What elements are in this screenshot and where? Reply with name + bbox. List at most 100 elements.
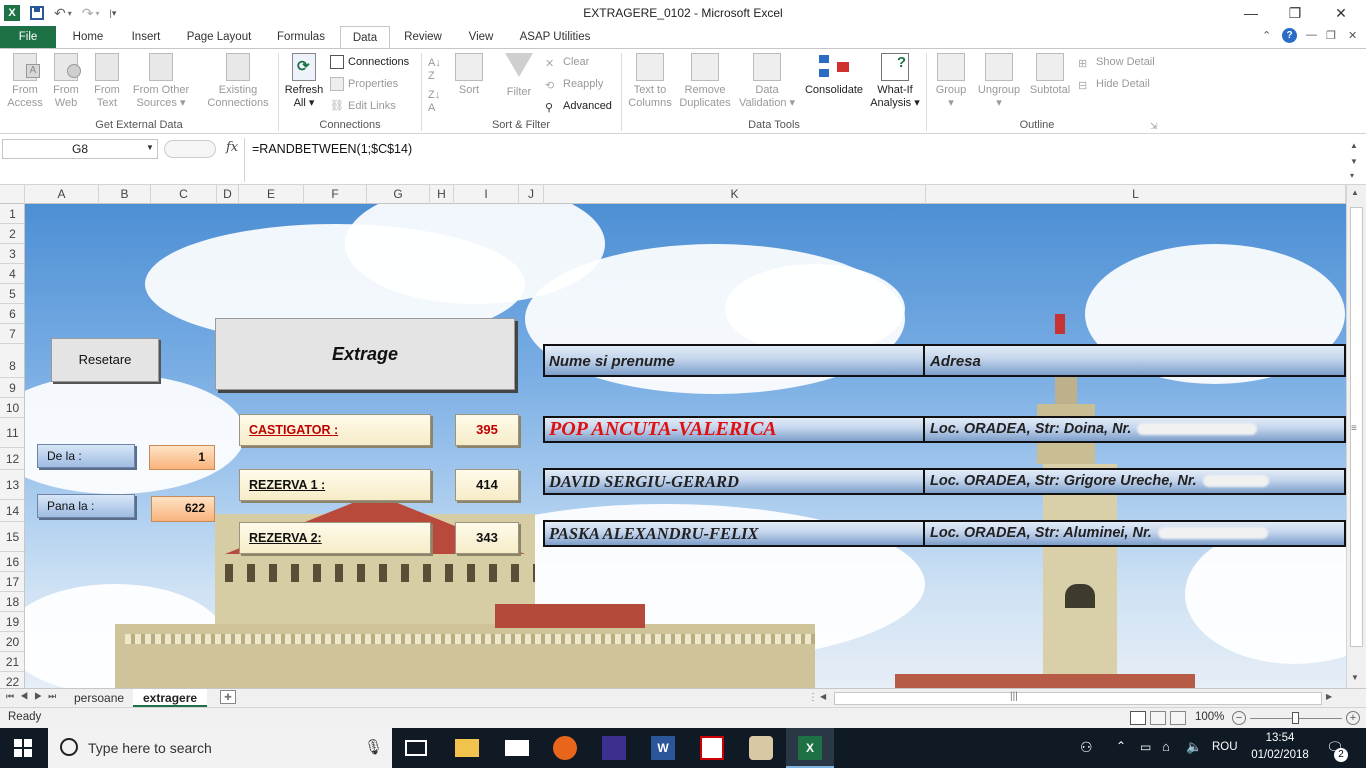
minimize-button[interactable]: —: [1228, 0, 1274, 26]
page-layout-view-icon[interactable]: [1150, 711, 1166, 725]
properties-button[interactable]: Properties: [330, 75, 398, 93]
excel-taskbar-button[interactable]: X: [786, 728, 834, 768]
horizontal-scroll-thumb[interactable]: [834, 692, 1322, 705]
name-box[interactable]: G8: [2, 139, 158, 159]
mail-icon[interactable]: [505, 740, 529, 756]
tab-asap-utilities[interactable]: ASAP Utilities: [512, 26, 598, 48]
column-header[interactable]: K: [544, 185, 926, 204]
consolidate-button[interactable]: Consolidate: [800, 53, 868, 97]
row-header[interactable]: 21: [0, 652, 24, 672]
workbook-close-icon[interactable]: ✕: [1348, 29, 1357, 42]
filter-button[interactable]: Filter: [500, 53, 538, 99]
vertical-scrollbar[interactable]: ▲ ≡ ▼: [1346, 185, 1366, 688]
column-header[interactable]: J: [519, 185, 544, 204]
pdf-reader-icon[interactable]: [700, 736, 724, 760]
workbook-minimize-icon[interactable]: —: [1306, 29, 1317, 41]
column-header[interactable]: B: [99, 185, 151, 204]
close-button[interactable]: ✕: [1318, 0, 1364, 26]
column-header[interactable]: F: [304, 185, 367, 204]
microphone-icon[interactable]: 🎙: [364, 738, 383, 756]
tray-expand-icon[interactable]: ⌃: [1116, 739, 1126, 753]
tab-file[interactable]: File: [0, 26, 56, 48]
connections-button[interactable]: Connections: [330, 53, 409, 71]
group-button[interactable]: Group ▾: [930, 53, 972, 110]
row-header[interactable]: 19: [0, 612, 24, 632]
tab-formulas[interactable]: Formulas: [268, 26, 334, 48]
column-header[interactable]: C: [151, 185, 217, 204]
show-detail-button[interactable]: ⊞ Show Detail: [1078, 53, 1155, 71]
tab-view[interactable]: View: [458, 26, 504, 48]
formula-bar-handle[interactable]: [164, 140, 216, 158]
reserve2-row[interactable]: PASKA ALEXANDRU-FELIX Loc. ORADEA, Str: …: [543, 520, 1346, 547]
ribbon-minimize-icon[interactable]: ⌃: [1262, 29, 1271, 42]
row-header[interactable]: 10: [0, 398, 24, 418]
sheet-tab-extragere[interactable]: extragere: [133, 689, 208, 707]
taskbar-search-input[interactable]: Type here to search 🎙: [48, 728, 392, 768]
edit-links-button[interactable]: ⛓ Edit Links: [330, 97, 396, 115]
row-header[interactable]: 14: [0, 500, 24, 522]
windows-start-icon[interactable]: [14, 739, 32, 757]
extract-button[interactable]: Extrage: [215, 318, 515, 390]
reapply-button[interactable]: ⟲ Reapply: [545, 75, 603, 93]
to-value[interactable]: 622: [151, 496, 215, 522]
row-header[interactable]: 17: [0, 572, 24, 592]
scroll-right-icon[interactable]: ▶: [1326, 692, 1332, 701]
formula-bar-scroll-up-icon[interactable]: ▲: [1350, 141, 1358, 150]
row-header[interactable]: 22: [0, 672, 24, 688]
clock-time[interactable]: 13:54: [1250, 732, 1310, 744]
people-icon[interactable]: ⚇: [1080, 739, 1093, 756]
row-header[interactable]: 7: [0, 324, 24, 344]
name-box-dropdown-icon[interactable]: ▼: [146, 143, 154, 152]
column-header[interactable]: D: [217, 185, 239, 204]
network-icon[interactable]: ⌂: [1162, 739, 1170, 754]
select-all-corner[interactable]: [0, 185, 25, 204]
scroll-left-icon[interactable]: ◀: [820, 692, 826, 701]
tab-data[interactable]: Data: [340, 26, 390, 49]
task-view-icon[interactable]: [405, 740, 427, 756]
advanced-filter-button[interactable]: ⚲ Advanced: [545, 97, 612, 115]
existing-connections-button[interactable]: Existing Connections: [203, 53, 273, 110]
row-header[interactable]: 4: [0, 264, 24, 284]
page-break-view-icon[interactable]: [1170, 711, 1186, 725]
column-header[interactable]: A: [25, 185, 99, 204]
tab-review[interactable]: Review: [396, 26, 450, 48]
zoom-out-icon[interactable]: −: [1232, 711, 1246, 725]
sort-az-icon[interactable]: A↓ Z: [428, 57, 441, 83]
sheet-nav-icons[interactable]: ⏮◀▶⏭: [6, 691, 62, 702]
row-header[interactable]: 9: [0, 378, 24, 398]
help-icon[interactable]: ?: [1282, 28, 1297, 43]
zoom-level[interactable]: 100%: [1195, 711, 1224, 723]
sheet-tab-persoane[interactable]: persoane: [64, 689, 136, 707]
zoom-in-icon[interactable]: +: [1346, 711, 1360, 725]
tab-insert[interactable]: Insert: [120, 26, 172, 48]
app-icon[interactable]: [602, 736, 626, 760]
row-header[interactable]: 11: [0, 418, 24, 448]
remove-duplicates-button[interactable]: Remove Duplicates: [676, 53, 734, 110]
zoom-slider-thumb[interactable]: [1292, 712, 1299, 724]
sort-button[interactable]: Sort: [452, 53, 486, 97]
row-header[interactable]: 5: [0, 284, 24, 304]
row-header[interactable]: 18: [0, 592, 24, 612]
row-header[interactable]: 16: [0, 552, 24, 572]
ungroup-button[interactable]: Ungroup ▾: [974, 53, 1024, 110]
workbook-restore-icon[interactable]: ❐: [1326, 29, 1336, 42]
from-access-button[interactable]: A From Access: [4, 53, 46, 110]
reset-button[interactable]: Resetare: [51, 338, 159, 382]
row-header[interactable]: 1: [0, 204, 24, 224]
sort-za-icon[interactable]: Z↓ A: [428, 89, 440, 115]
tab-split-handle-icon[interactable]: ⋮: [808, 692, 818, 703]
row-header[interactable]: 3: [0, 244, 24, 264]
battery-icon[interactable]: ▭: [1140, 740, 1151, 754]
row-header[interactable]: 12: [0, 448, 24, 470]
file-explorer-icon[interactable]: [455, 739, 479, 757]
winner-row[interactable]: POP ANCUTA-VALERICA Loc. ORADEA, Str: Do…: [543, 416, 1346, 443]
text-to-columns-button[interactable]: Text to Columns: [626, 53, 674, 110]
from-text-button[interactable]: From Text: [88, 53, 126, 110]
data-validation-button[interactable]: Data Validation ▾: [736, 53, 798, 110]
language-indicator[interactable]: ROU: [1212, 741, 1238, 753]
row-header[interactable]: 15: [0, 522, 24, 552]
clear-button[interactable]: ✕ Clear: [545, 53, 589, 71]
from-web-button[interactable]: From Web: [48, 53, 84, 110]
row-header[interactable]: 6: [0, 304, 24, 324]
scroll-up-icon[interactable]: ▲: [1351, 188, 1359, 197]
